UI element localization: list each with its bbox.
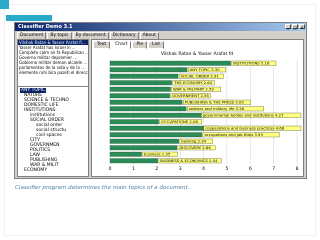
data-label: GOVERNMENT 2.55 bbox=[172, 93, 209, 98]
minimize-button[interactable]: _ bbox=[285, 24, 291, 30]
bar[interactable] bbox=[109, 125, 220, 131]
bar[interactable] bbox=[109, 132, 203, 138]
data-label: BUSINESS & ECONOMICS 2.04 bbox=[160, 158, 218, 163]
tab-document[interactable]: Document bbox=[17, 32, 47, 39]
bar[interactable] bbox=[109, 99, 183, 105]
bar[interactable] bbox=[109, 112, 210, 118]
x-tick-label: 8 bbox=[296, 166, 299, 172]
tab-by-topic[interactable]: By topic bbox=[47, 32, 72, 39]
data-label: cooperations and business practices 4.68 bbox=[205, 126, 285, 131]
maximize-button[interactable]: □ bbox=[292, 24, 298, 30]
data-label: occupations and job titles 3.93 bbox=[204, 132, 263, 137]
data-label: banking 2.94 bbox=[181, 139, 206, 144]
bar[interactable] bbox=[109, 60, 231, 66]
caption: Classifier program determines the main t… bbox=[15, 185, 190, 191]
accent-bar bbox=[6, 15, 52, 21]
x-tick-label: 2 bbox=[155, 166, 158, 172]
topic-bar-chart: Vilshak Ratan & Yasser Arafat fd 0 1 2 3 4 5 6… bbox=[109, 51, 302, 172]
x-tick-label: 1 bbox=[132, 166, 135, 172]
bar[interactable] bbox=[109, 86, 171, 92]
right-panel: Text Chart Pie List Vilshak Ratan & Yass… bbox=[91, 39, 304, 177]
tree-item[interactable]: ECONOMY bbox=[24, 168, 47, 173]
data-label: THE ECONOMY 2.64 bbox=[173, 80, 212, 85]
data-label: DISCOVERY 2.86 bbox=[179, 145, 211, 150]
topic-tree: ANY TOPIC NATURE SCIENCE & TECHNO DOMEST… bbox=[18, 88, 88, 176]
data-label: INSTITUTIONS 5.16 bbox=[233, 61, 270, 66]
x-tick-label: 5 bbox=[225, 166, 228, 172]
bar[interactable] bbox=[109, 93, 170, 99]
bar[interactable] bbox=[109, 73, 179, 79]
tab-dictionary[interactable]: Dictionary bbox=[109, 32, 139, 39]
x-tick-label: 3 bbox=[179, 166, 182, 172]
window-title: Classifier Demo 3.1 bbox=[18, 24, 73, 30]
data-label: business 1.35 bbox=[144, 152, 171, 157]
bar[interactable] bbox=[109, 158, 158, 164]
x-tick-label: 6 bbox=[249, 166, 252, 172]
classifier-window: Classifier Demo 3.1 _ □ × Document By to… bbox=[14, 22, 307, 179]
tab-by-document[interactable]: By document bbox=[72, 32, 109, 39]
tab-about[interactable]: About bbox=[139, 32, 159, 39]
data-label: WAR & MILITARY 2.59 bbox=[173, 87, 214, 92]
chart-title: Vilshak Ratan & Yasser Arafat fd bbox=[161, 51, 233, 57]
close-button[interactable]: × bbox=[299, 24, 305, 30]
x-tick-label: 0 bbox=[109, 166, 112, 172]
data-label: governmental bodies and institutions 4.2… bbox=[203, 113, 284, 118]
data-label: ANY TOPIC 3.30 bbox=[190, 67, 221, 72]
bar[interactable] bbox=[109, 138, 179, 144]
document-text-area[interactable]: Vilshak Ratan & Yasser Arafat fi... Yass… bbox=[18, 40, 88, 87]
corner-accent bbox=[0, 0, 9, 9]
bar[interactable] bbox=[109, 67, 188, 73]
bar[interactable] bbox=[109, 145, 178, 151]
data-label: OCCUPATIONS 2.08 bbox=[161, 119, 198, 124]
left-panel: Vilshak Ratan & Yasser Arafat fi... Yass… bbox=[17, 39, 89, 177]
data-label: PUBLISHING & THE PRESS 3.09 bbox=[185, 100, 245, 105]
bar[interactable] bbox=[109, 106, 187, 112]
bar[interactable] bbox=[109, 151, 142, 157]
bar[interactable] bbox=[109, 119, 159, 125]
bar[interactable] bbox=[109, 80, 172, 86]
data-label: SOCIAL ORDER 2.91 bbox=[181, 74, 220, 79]
main-tabs: Document By topic By document Dictionary… bbox=[17, 32, 159, 39]
x-tick-label: 7 bbox=[272, 166, 275, 172]
x-tick-label: 4 bbox=[202, 166, 205, 172]
document-line: elemente ruhi bira pazeti el direcci ... bbox=[19, 70, 88, 75]
title-bar: Classifier Demo 3.1 _ □ × bbox=[15, 23, 306, 31]
data-label: soldiers and military life 3.26 bbox=[189, 106, 245, 111]
